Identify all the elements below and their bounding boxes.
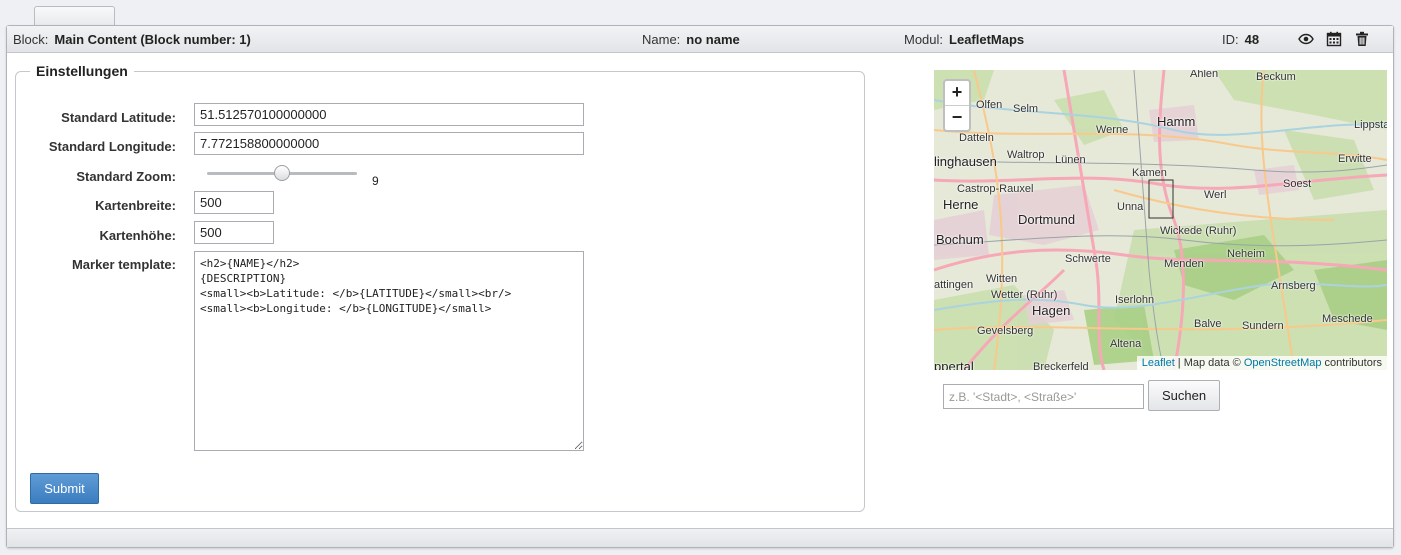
map-label-neheim: Neheim bbox=[1227, 248, 1265, 260]
map-label-hagen: Hagen bbox=[1032, 303, 1071, 318]
map-label-lippstadt: Lippstad bbox=[1354, 119, 1387, 131]
map-label-witten: Witten bbox=[986, 273, 1018, 285]
marker-template-label: Marker template: bbox=[71, 257, 176, 272]
map-label-arnsberg: Arnsberg bbox=[1271, 280, 1316, 292]
id-info: ID: 48 bbox=[1222, 32, 1259, 47]
leaflet-link[interactable]: Leaflet bbox=[1142, 357, 1175, 369]
block-header: Block: Main Content (Block number: 1) Nam… bbox=[7, 26, 1393, 53]
map-label-soest: Soest bbox=[1283, 178, 1312, 190]
map-label-menden: Menden bbox=[1164, 258, 1204, 270]
zoom-slider-thumb[interactable] bbox=[274, 165, 290, 181]
map-label-sundern: Sundern bbox=[1242, 320, 1284, 332]
map-label-castrop: Castrop-Rauxel bbox=[957, 183, 1034, 195]
map-label-altena: Altena bbox=[1110, 338, 1142, 350]
map-label-balve: Balve bbox=[1194, 318, 1222, 330]
map-label-meschede: Meschede bbox=[1322, 313, 1373, 325]
map-label-werne: Werne bbox=[1096, 124, 1129, 136]
trash-icon[interactable] bbox=[1354, 31, 1370, 47]
map-label-recklinghausen: linghausen bbox=[934, 154, 997, 169]
modul-value: LeafletMaps bbox=[949, 32, 1025, 47]
address-search-input[interactable] bbox=[943, 384, 1144, 409]
map-label-bochum: Bochum bbox=[936, 232, 984, 247]
latitude-input[interactable] bbox=[194, 103, 584, 126]
map-width-input[interactable] bbox=[194, 191, 274, 214]
map-label-datteln: Datteln bbox=[959, 132, 994, 144]
map-label-dortmund: Dortmund bbox=[1018, 212, 1076, 227]
block-panel: Block: Main Content (Block number: 1) Nam… bbox=[6, 25, 1394, 548]
zoom-value: 9 bbox=[372, 174, 379, 188]
map-label-waltrop: Waltrop bbox=[1007, 149, 1045, 161]
latitude-label: Standard Latitude: bbox=[61, 110, 176, 125]
name-label: Name: bbox=[642, 32, 681, 47]
eye-icon[interactable] bbox=[1298, 31, 1314, 47]
map-label-luenen: Lünen bbox=[1055, 154, 1086, 166]
map-label-wetter: Wetter (Ruhr) bbox=[991, 289, 1058, 301]
zoom-in-button[interactable]: + bbox=[945, 81, 969, 106]
longitude-input[interactable] bbox=[194, 132, 584, 155]
zoom-label: Standard Zoom: bbox=[76, 169, 176, 184]
map-label-ahlen: Ahlen bbox=[1190, 70, 1219, 80]
zoom-out-button[interactable]: − bbox=[945, 106, 969, 130]
map-label-wickede: Wickede (Ruhr) bbox=[1160, 225, 1237, 237]
attribution-suffix: contributors bbox=[1321, 357, 1382, 369]
block-value: Main Content (Block number: 1) bbox=[54, 32, 251, 47]
map-height-label: Kartenhöhe: bbox=[99, 228, 176, 243]
map-label-gevelsberg: Gevelsberg bbox=[977, 325, 1034, 337]
map-label-erwitte: Erwitte bbox=[1338, 153, 1372, 165]
map-label-werl: Werl bbox=[1204, 189, 1227, 201]
attribution-separator: | Map data © bbox=[1174, 357, 1244, 369]
map-label-hattingen: attingen bbox=[934, 279, 974, 291]
calendar-icon[interactable] bbox=[1326, 31, 1342, 47]
map-label-unna: Unna bbox=[1117, 201, 1144, 213]
map-label-breckerfeld: Breckerfeld bbox=[1033, 361, 1089, 370]
map-label-selm: Selm bbox=[1013, 103, 1039, 115]
map-label-herne: Herne bbox=[943, 197, 979, 212]
map-label-kamen: Kamen bbox=[1132, 167, 1167, 179]
map-height-input[interactable] bbox=[194, 221, 274, 244]
map-label-schwerte: Schwerte bbox=[1065, 253, 1111, 265]
map-zoom-control: + − bbox=[943, 79, 971, 132]
block-label: Block: bbox=[13, 32, 49, 47]
map-label-beckum: Beckum bbox=[1256, 71, 1296, 83]
map-label-wuppertal: ppertal bbox=[934, 359, 974, 370]
modul-label: Modul: bbox=[904, 32, 944, 47]
map-view[interactable]: Ahlen Beckum Olfen Selm Hamm Werne Lipps… bbox=[934, 70, 1387, 370]
search-button[interactable]: Suchen bbox=[1148, 380, 1220, 411]
block-info: Block: Main Content (Block number: 1) bbox=[13, 32, 251, 47]
osm-link[interactable]: OpenStreetMap bbox=[1244, 357, 1322, 369]
id-value: 48 bbox=[1244, 32, 1260, 47]
top-tab[interactable] bbox=[34, 6, 115, 27]
marker-template-textarea[interactable]: <h2>{NAME}</h2> {DESCRIPTION} <small><b>… bbox=[194, 251, 584, 451]
map-label-iserlohn: Iserlohn bbox=[1115, 294, 1155, 306]
modul-info: Modul: LeafletMaps bbox=[904, 32, 1024, 47]
block-footer bbox=[7, 528, 1393, 547]
name-value: no name bbox=[686, 32, 740, 47]
map-label-hamm: Hamm bbox=[1157, 114, 1196, 129]
longitude-label: Standard Longitude: bbox=[48, 139, 176, 154]
submit-button[interactable]: Submit bbox=[30, 473, 99, 504]
map-attribution: Leaflet | Map data © OpenStreetMap contr… bbox=[1136, 356, 1387, 370]
map-label-olfen: Olfen bbox=[976, 99, 1003, 111]
map-width-label: Kartenbreite: bbox=[95, 198, 176, 213]
id-label: ID: bbox=[1222, 32, 1239, 47]
settings-legend: Einstellungen bbox=[36, 63, 128, 79]
name-info: Name: no name bbox=[642, 32, 740, 47]
